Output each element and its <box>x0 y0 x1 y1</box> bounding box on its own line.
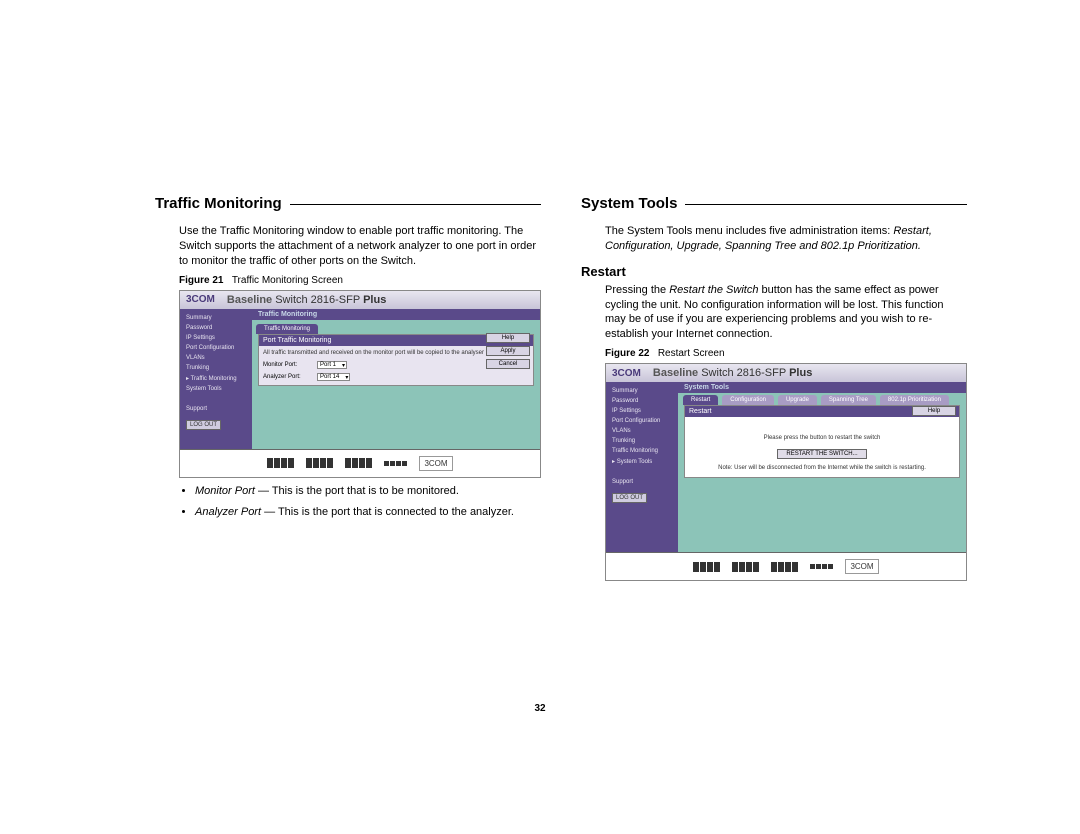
desc-analyzer-port: — This is the port that is connected to … <box>261 506 514 518</box>
nav-traffic-monitoring[interactable]: Traffic Monitoring <box>182 373 250 384</box>
restart-switch-button[interactable]: RESTART THE SWITCH... <box>777 449 866 459</box>
tm-intro: Use the Traffic Monitoring window to ena… <box>179 224 541 269</box>
monitor-port-select[interactable]: Port 1 <box>317 361 347 369</box>
nav-ip-settings[interactable]: IP Settings <box>182 333 250 343</box>
nav-port-config[interactable]: Port Configuration <box>608 416 676 426</box>
bottom-brand: 3COM <box>845 559 878 574</box>
product-plus: Plus <box>789 367 812 379</box>
figure-22-caption: Figure 22 Restart Screen <box>605 348 967 359</box>
tab-traffic-monitoring[interactable]: Traffic Monitoring <box>256 324 318 334</box>
product-baseline: Baseline <box>227 294 272 306</box>
breadcrumb: Traffic Monitoring <box>252 309 540 320</box>
product-model: Switch 2816-SFP <box>275 294 360 306</box>
restart-text-italic: Restart the Switch <box>669 284 758 296</box>
logout-button[interactable]: LOG OUT <box>612 493 647 503</box>
nav-password[interactable]: Password <box>608 396 676 406</box>
tab-spanning-tree[interactable]: Spanning Tree <box>821 395 876 405</box>
sidebar-nav: Summary Password IP Settings Port Config… <box>606 382 678 552</box>
nav-trunking[interactable]: Trunking <box>608 436 676 446</box>
nav-support[interactable]: Support <box>182 404 250 414</box>
figure-21-caption: Figure 21 Traffic Monitoring Screen <box>179 275 541 286</box>
subheading-restart: Restart <box>581 264 967 279</box>
restart-text-a: Pressing the <box>605 284 669 296</box>
bottom-brand: 3COM <box>419 456 452 471</box>
tab-upgrade[interactable]: Upgrade <box>778 395 817 405</box>
analyzer-port-select[interactable]: Port 14 <box>317 373 350 381</box>
bullet-analyzer-port: Analyzer Port — This is the port that is… <box>195 505 541 520</box>
figure-22-text: Restart Screen <box>658 348 725 359</box>
nav-traffic-monitoring[interactable]: Traffic Monitoring <box>608 446 676 456</box>
page-number: 32 <box>534 703 545 714</box>
heading-traffic-monitoring: Traffic Monitoring <box>155 195 290 212</box>
breadcrumb: System Tools <box>678 382 966 393</box>
help-button[interactable]: Help <box>486 333 530 343</box>
nav-support[interactable]: Support <box>608 477 676 487</box>
nav-trunking[interactable]: Trunking <box>182 363 250 373</box>
figure-22-label: Figure 22 <box>605 348 649 359</box>
product-baseline: Baseline <box>653 367 698 379</box>
desc-monitor-port: — This is the port that is to be monitor… <box>255 485 459 497</box>
tab-configuration[interactable]: Configuration <box>722 395 774 405</box>
term-analyzer-port: Analyzer Port <box>195 506 261 518</box>
system-tools-intro: The System Tools menu includes five admi… <box>605 224 967 254</box>
restart-screenshot: 3COM Baseline Switch 2816-SFP Plus Summa… <box>605 363 967 581</box>
nav-summary[interactable]: Summary <box>608 386 676 396</box>
nav-password[interactable]: Password <box>182 323 250 333</box>
product-model: Switch 2816-SFP <box>701 367 786 379</box>
sidebar-nav: Summary Password IP Settings Port Config… <box>180 309 252 449</box>
term-monitor-port: Monitor Port <box>195 485 255 497</box>
logout-button[interactable]: LOG OUT <box>186 420 221 430</box>
apply-button[interactable]: Apply <box>486 346 530 356</box>
nav-ip-settings[interactable]: IP Settings <box>608 406 676 416</box>
figure-21-label: Figure 21 <box>179 275 223 286</box>
help-button[interactable]: Help <box>912 406 956 416</box>
product-plus: Plus <box>363 294 386 306</box>
monitor-port-label: Monitor Port: <box>263 362 313 368</box>
figure-21-text: Traffic Monitoring Screen <box>232 275 343 286</box>
brand-3com: 3COM <box>612 368 641 379</box>
tab-restart[interactable]: Restart <box>683 395 718 405</box>
bullet-monitor-port: Monitor Port — This is the port that is … <box>195 484 541 499</box>
nav-system-tools[interactable]: System Tools <box>182 384 250 394</box>
st-intro-plain: The System Tools menu includes five admi… <box>605 225 890 237</box>
nav-system-tools[interactable]: System Tools <box>608 456 676 467</box>
analyzer-port-label: Analyzer Port: <box>263 374 313 380</box>
restart-instruction: Please press the button to restart the s… <box>689 435 955 443</box>
restart-para: Pressing the Restart the Switch button h… <box>605 283 967 342</box>
traffic-monitoring-screenshot: 3COM Baseline Switch 2816-SFP Plus Summa… <box>179 290 541 478</box>
brand-3com: 3COM <box>186 294 215 305</box>
tab-8021p[interactable]: 802.1p Prioritization <box>880 395 949 405</box>
switch-ports-graphic: 3COM <box>180 449 540 477</box>
switch-ports-graphic: 3COM <box>606 552 966 580</box>
heading-system-tools: System Tools <box>581 195 685 212</box>
nav-vlans[interactable]: VLANs <box>182 353 250 363</box>
nav-vlans[interactable]: VLANs <box>608 426 676 436</box>
nav-port-config[interactable]: Port Configuration <box>182 343 250 353</box>
nav-summary[interactable]: Summary <box>182 313 250 323</box>
cancel-button[interactable]: Cancel <box>486 359 530 369</box>
restart-note: Note: User will be disconnected from the… <box>689 465 955 473</box>
